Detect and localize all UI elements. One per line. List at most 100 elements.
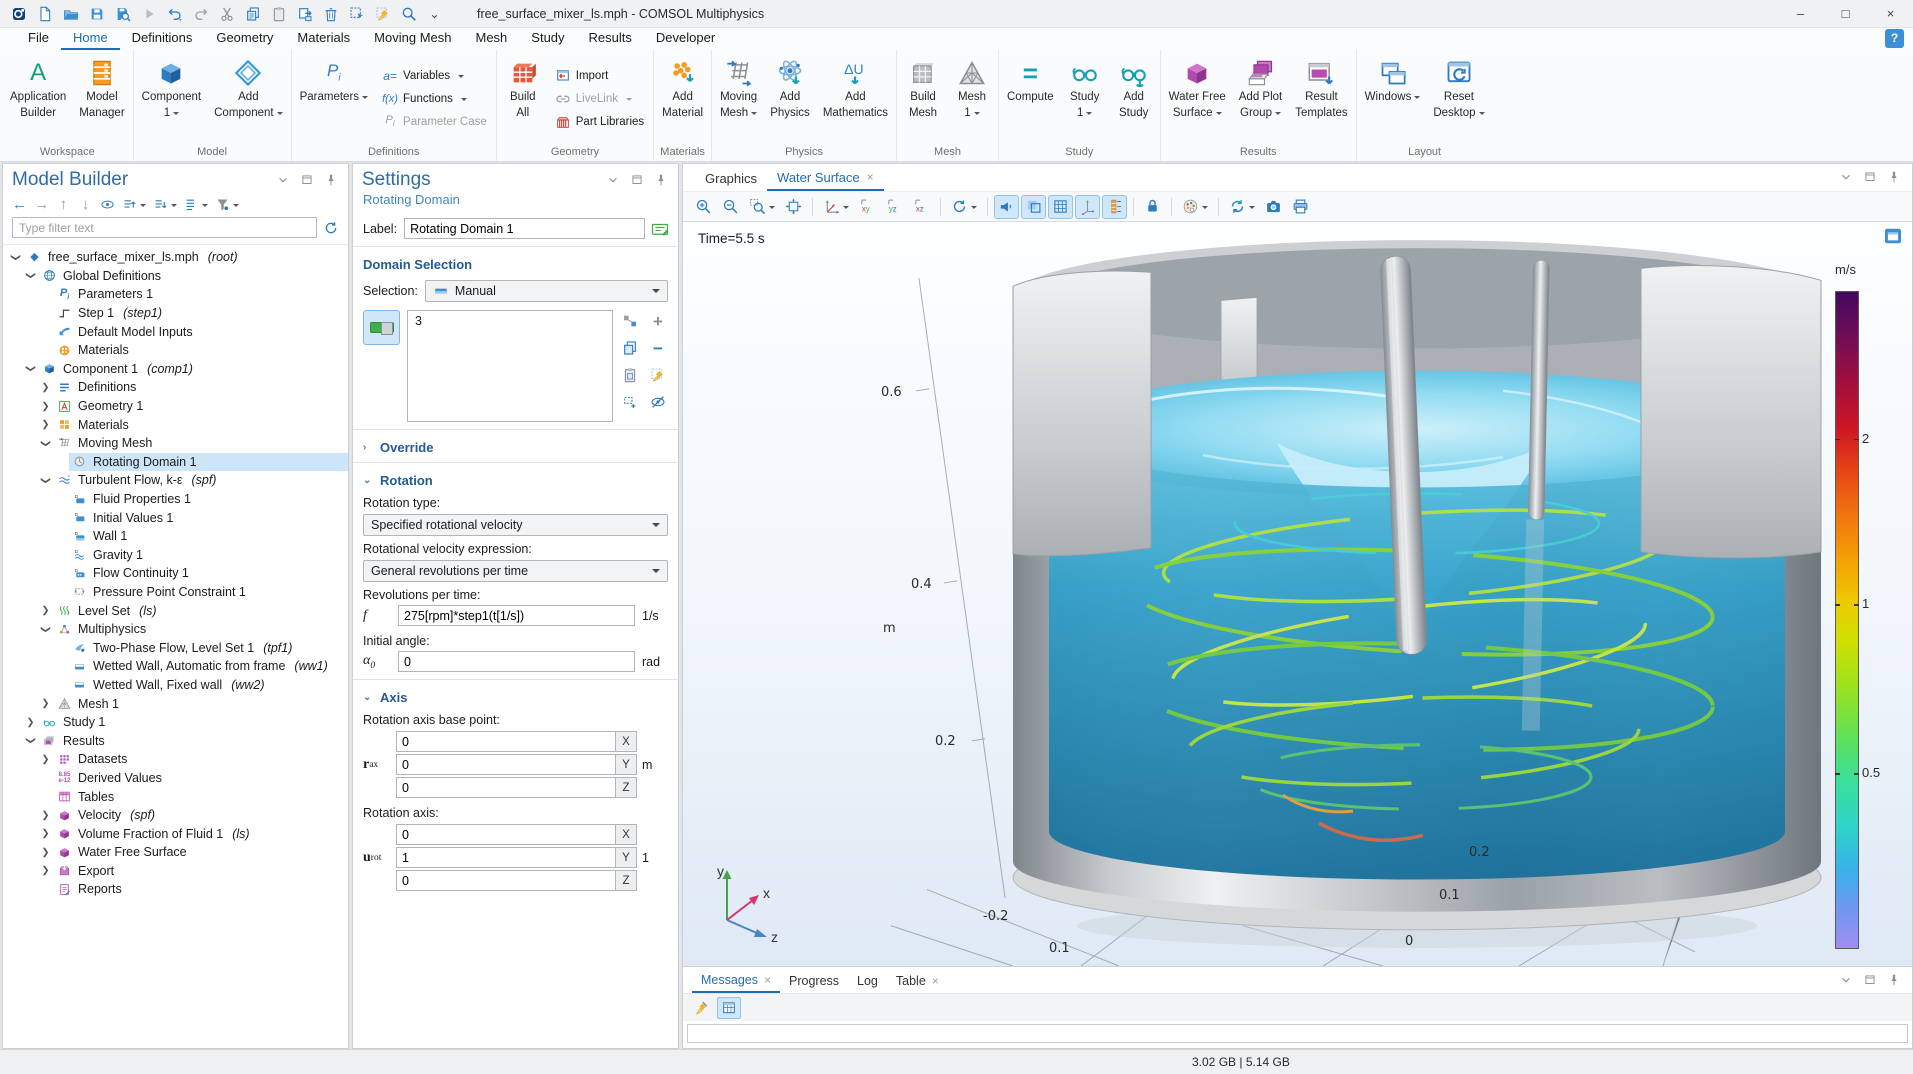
- pin-button[interactable]: [653, 172, 669, 188]
- tree-item[interactable]: ❯Component 1(comp1): [3, 360, 348, 379]
- component-button[interactable]: Component1: [136, 52, 207, 146]
- new-file-button[interactable]: [32, 2, 57, 26]
- axisrows-x-input[interactable]: [396, 824, 615, 845]
- tree-item[interactable]: Tables: [3, 787, 348, 806]
- tree-item[interactable]: ❯Datasets: [3, 750, 348, 769]
- add-mathematics-button[interactable]: ΔUAddMathematics: [817, 52, 894, 146]
- tree-item[interactable]: DGravity 1: [3, 546, 348, 565]
- chevron-down-button[interactable]: [605, 172, 621, 188]
- open-file-button[interactable]: [58, 2, 83, 26]
- float-button[interactable]: [1862, 972, 1878, 988]
- tree-nodes-button[interactable]: [184, 197, 208, 212]
- rotation-type-dropdown[interactable]: Specified rotational velocity: [363, 514, 668, 536]
- messages-list[interactable]: [687, 1024, 1908, 1043]
- menu-tab-materials[interactable]: Materials: [285, 28, 362, 50]
- info-tab-table[interactable]: Table×: [887, 968, 948, 993]
- plot-settings-icon[interactable]: [1884, 228, 1902, 244]
- remove-item-button[interactable]: −: [648, 339, 668, 357]
- baserows-y-input[interactable]: [396, 754, 615, 775]
- part-libraries-button[interactable]: Part Libraries: [550, 111, 649, 134]
- tree-item[interactable]: ❯Materials: [3, 415, 348, 434]
- add-plot-group-button[interactable]: Add PlotGroup: [1233, 52, 1288, 146]
- expand-icon[interactable]: ❯: [37, 847, 54, 858]
- menu-tab-developer[interactable]: Developer: [644, 28, 727, 50]
- menu-tab-study[interactable]: Study: [519, 28, 576, 50]
- application-builder-button[interactable]: AApplicationBuilder: [4, 52, 72, 146]
- menu-tab-moving-mesh[interactable]: Moving Mesh: [362, 28, 463, 50]
- override-section[interactable]: ›Override: [353, 433, 678, 459]
- collapse-icon[interactable]: ❯: [40, 472, 51, 489]
- add-physics-button[interactable]: AddPhysics: [764, 52, 816, 146]
- zoom-in-button[interactable]: [691, 195, 716, 219]
- maximize-button[interactable]: □: [1823, 0, 1868, 28]
- orientation-axes-button[interactable]: [1075, 195, 1100, 219]
- tree-item[interactable]: Reports: [3, 880, 348, 899]
- expand-icon[interactable]: ❯: [37, 865, 54, 876]
- tree-filter-input[interactable]: [12, 217, 317, 238]
- float-button[interactable]: [629, 172, 645, 188]
- refresh-icon[interactable]: [323, 220, 339, 236]
- parameters-button[interactable]: PiParameters: [294, 52, 374, 146]
- chevron-down-button[interactable]: [275, 172, 291, 188]
- pin-button[interactable]: [1886, 972, 1902, 988]
- link-cubes-button[interactable]: [620, 312, 640, 330]
- collapse-icon[interactable]: ❯: [40, 435, 51, 452]
- axisrows-z-input[interactable]: [396, 870, 615, 891]
- menu-tab-definitions[interactable]: Definitions: [120, 28, 205, 50]
- mesh-1-button[interactable]: Mesh1: [948, 52, 996, 146]
- selection-dropdown[interactable]: Manual: [425, 280, 668, 302]
- tree-item[interactable]: ❯Moving Mesh: [3, 434, 348, 453]
- livelink-button[interactable]: LiveLink: [550, 88, 649, 111]
- graphics-tab-water-surface[interactable]: Water Surface×: [767, 165, 884, 191]
- help-button[interactable]: ?: [1885, 29, 1904, 48]
- collapse-icon[interactable]: ❯: [25, 360, 36, 377]
- undo-button[interactable]: [162, 2, 187, 26]
- expand-icon[interactable]: ❯: [22, 717, 39, 728]
- tree-item[interactable]: ❯Level Set(ls): [3, 601, 348, 620]
- select-frame-button[interactable]: [344, 2, 369, 26]
- selection-list[interactable]: 3: [407, 310, 613, 422]
- tree-item[interactable]: ❯Water Free Surface: [3, 843, 348, 862]
- filter-button[interactable]: [215, 197, 239, 212]
- paste-button[interactable]: [266, 2, 291, 26]
- toolbar-overflow-button[interactable]: ⌄: [422, 2, 447, 26]
- expand-icon[interactable]: ❯: [37, 605, 54, 616]
- hide-item-button[interactable]: [648, 393, 668, 411]
- expand-icon[interactable]: ❯: [37, 754, 54, 765]
- result-templates-button[interactable]: ResultTemplates: [1289, 52, 1353, 146]
- save-search-button[interactable]: [110, 2, 135, 26]
- variables-button[interactable]: a=Variables: [377, 65, 492, 88]
- zoom-extents-button[interactable]: [781, 195, 806, 219]
- info-tab-messages[interactable]: Messages×: [692, 968, 780, 993]
- tree-item[interactable]: Materials: [3, 341, 348, 360]
- tree-item[interactable]: ❯◆free_surface_mixer_ls.mph(root): [3, 248, 348, 267]
- zoom-out-button[interactable]: [718, 195, 743, 219]
- move-up-button[interactable]: ↑: [56, 197, 71, 212]
- tree-item[interactable]: Step 1(step1): [3, 304, 348, 323]
- pin-button[interactable]: [1886, 169, 1902, 185]
- expand-list-button[interactable]: [122, 197, 146, 212]
- tree-item[interactable]: ❯Volume Fraction of Fluid 1(ls): [3, 824, 348, 843]
- tree-item[interactable]: ❯Mesh 1: [3, 694, 348, 713]
- menu-tab-home[interactable]: Home: [61, 28, 120, 50]
- close-tab-icon[interactable]: ×: [932, 974, 939, 988]
- tree-item[interactable]: 8.85e-12Derived Values: [3, 769, 348, 788]
- tree-item[interactable]: ❯Geometry 1: [3, 397, 348, 416]
- axis-section[interactable]: ⌄Axis: [353, 683, 678, 709]
- rename-icon[interactable]: [652, 221, 668, 237]
- view-yz-button[interactable]: yz: [882, 195, 907, 219]
- pin-button[interactable]: [323, 172, 339, 188]
- initial-angle-input[interactable]: [398, 651, 635, 672]
- close-button[interactable]: ×: [1868, 0, 1913, 28]
- lock-view-button[interactable]: [1140, 195, 1165, 219]
- close-tab-icon[interactable]: ×: [867, 170, 874, 184]
- delete-button[interactable]: [318, 2, 343, 26]
- collapse-icon[interactable]: ❯: [25, 267, 36, 284]
- tree-item[interactable]: PiParameters 1: [3, 285, 348, 304]
- expand-icon[interactable]: ❯: [37, 419, 54, 430]
- tree-item[interactable]: Wetted Wall, Automatic from frame(ww1): [3, 657, 348, 676]
- menu-tab-results[interactable]: Results: [577, 28, 644, 50]
- expand-icon[interactable]: ❯: [37, 382, 54, 393]
- minimize-button[interactable]: –: [1778, 0, 1823, 28]
- tree-item[interactable]: ❯Velocity(spf): [3, 806, 348, 825]
